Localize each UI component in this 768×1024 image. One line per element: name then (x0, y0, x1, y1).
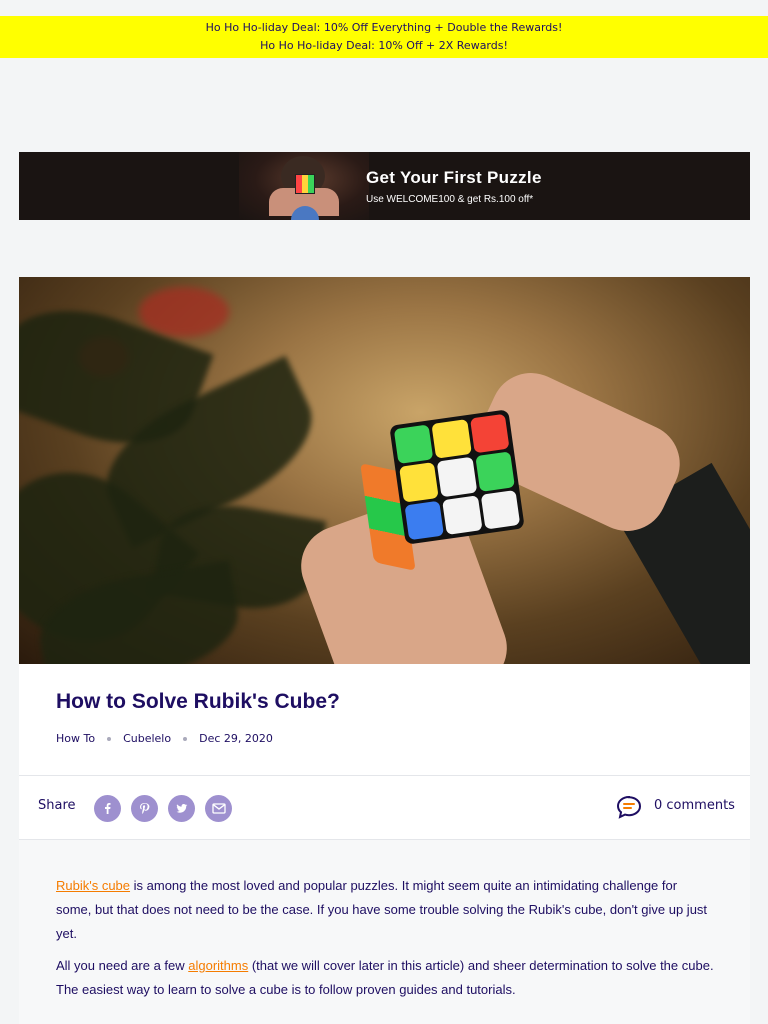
article-meta: How To Cubelelo Dec 29, 2020 (56, 732, 273, 745)
pinterest-icon[interactable] (131, 795, 158, 822)
article-date: Dec 29, 2020 (199, 732, 273, 745)
promo-subtitle: Use WELCOME100 & get Rs.100 off* (366, 194, 534, 205)
promo-photo (239, 152, 369, 220)
category-link[interactable]: How To (56, 732, 95, 745)
algorithms-link[interactable]: algorithms (188, 958, 248, 973)
hero-image (19, 277, 750, 664)
rubiks-cube-link[interactable]: Rubik's cube (56, 878, 130, 893)
announcement-line-1: Ho Ho Ho-liday Deal: 10% Off Everything … (205, 21, 563, 34)
meta-separator (107, 736, 112, 741)
divider (19, 775, 750, 776)
comments-icon[interactable] (616, 795, 642, 819)
paragraph-2-text-start: All you need are a few (56, 958, 189, 973)
rubiks-cube (360, 409, 525, 571)
author-link[interactable]: Cubelelo (123, 732, 171, 745)
twitter-icon[interactable] (168, 795, 195, 822)
article-title: How to Solve Rubik's Cube? (56, 690, 340, 713)
comments-link[interactable]: 0 comments (654, 798, 735, 813)
announcement-line-2: Ho Ho Ho-liday Deal: 10% Off + 2X Reward… (260, 39, 508, 52)
paragraph-2: All you need are a few algorithms (that … (56, 954, 716, 1002)
promo-title: Get Your First Puzzle (366, 168, 542, 187)
announcement-bar[interactable]: Ho Ho Ho-liday Deal: 10% Off Everything … (0, 16, 768, 58)
article-body: Rubik's cube is among the most loved and… (19, 840, 750, 1024)
meta-separator (183, 736, 188, 741)
article-card: How to Solve Rubik's Cube? How To Cubele… (19, 664, 750, 1024)
paragraph-1: Rubik's cube is among the most loved and… (56, 874, 716, 946)
facebook-icon[interactable] (94, 795, 121, 822)
email-icon[interactable] (205, 795, 232, 822)
paragraph-1-text: is among the most loved and popular puzz… (56, 878, 708, 941)
share-label: Share (38, 798, 76, 813)
promo-banner[interactable]: Get Your First Puzzle Use WELCOME100 & g… (19, 152, 750, 220)
